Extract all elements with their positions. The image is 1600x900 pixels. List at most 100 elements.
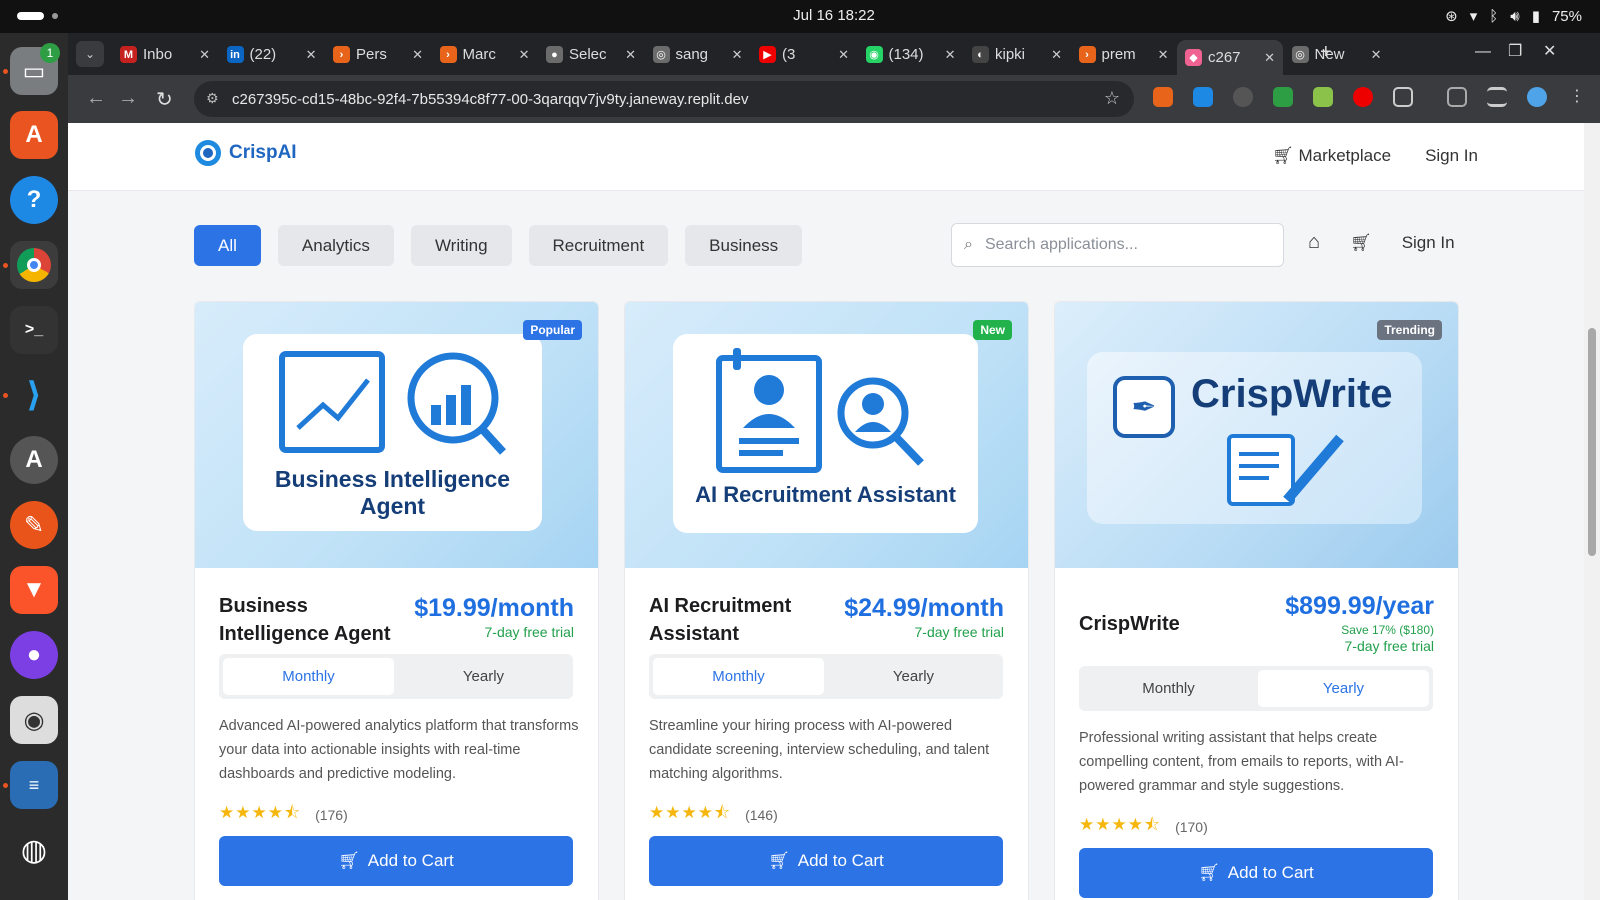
shield-icon[interactable] <box>1273 87 1293 107</box>
brave-icon[interactable]: ▼ <box>10 566 58 614</box>
tab-close-icon[interactable]: ✕ <box>306 47 317 63</box>
close-window-icon[interactable]: ✕ <box>1543 41 1556 61</box>
monthly-option[interactable]: Monthly <box>223 658 394 695</box>
tab-close-icon[interactable]: ✕ <box>1051 47 1062 63</box>
monthly-option[interactable]: Monthly <box>1083 670 1254 707</box>
tab-favicon-icon: › <box>333 46 350 63</box>
product-description: Professional writing assistant that help… <box>1079 730 1404 794</box>
battery-icon: ▮ <box>1531 8 1540 25</box>
vscode-icon[interactable]: ⟩ <box>10 371 58 419</box>
browser-tab[interactable]: ◉ (134) ✕ <box>858 40 964 69</box>
image-viewer-icon[interactable]: ◉ <box>10 696 58 744</box>
extension-icon[interactable] <box>1153 87 1173 107</box>
marketplace-link[interactable]: 🛒︎ Marketplace <box>1272 146 1391 166</box>
software-updater-icon[interactable]: A <box>10 436 58 484</box>
menu-icon[interactable]: ⋮ <box>1567 87 1587 107</box>
tab-close-icon[interactable]: ✕ <box>625 47 636 63</box>
tab-title: (22) <box>249 46 277 63</box>
editor-icon[interactable]: ✎ <box>10 501 58 549</box>
writer-icon[interactable]: ≡ <box>10 761 58 809</box>
search-input[interactable] <box>984 236 1245 254</box>
firefox-icon[interactable]: ● <box>10 631 58 679</box>
tab-close-icon[interactable]: ✕ <box>1264 50 1275 66</box>
analytics-chart-icon <box>279 351 506 455</box>
forward-icon[interactable]: → <box>118 87 138 110</box>
browser-tab[interactable]: › prem ✕ <box>1071 40 1177 69</box>
scrollbar-thumb[interactable] <box>1588 328 1596 556</box>
profile-avatar-icon[interactable] <box>1527 87 1547 107</box>
monthly-option[interactable]: Monthly <box>653 658 824 695</box>
sign-in-link[interactable]: Sign In <box>1425 146 1478 166</box>
browser-tab[interactable]: ▶ (3 ✕ <box>751 40 857 69</box>
add-to-cart-button[interactable]: 🛒︎ Add to Cart <box>1079 848 1433 898</box>
tab-close-icon[interactable]: ✕ <box>945 47 956 63</box>
site-logo[interactable]: CrispAI <box>195 140 297 166</box>
extension-icon[interactable] <box>1313 87 1333 107</box>
terminal-icon[interactable]: >_ <box>10 306 58 354</box>
filter-analytics[interactable]: Analytics <box>277 225 394 266</box>
trial-label: 7-day free trial <box>914 624 1004 640</box>
bookmark-star-icon[interactable]: ☆ <box>1104 88 1120 109</box>
tab-search-icon[interactable]: ⌄ <box>76 41 104 67</box>
reload-icon[interactable]: ↻ <box>156 87 173 112</box>
trial-label: 7-day free trial <box>1344 638 1434 654</box>
browser-tab[interactable]: ◐ kipki ✕ <box>964 40 1070 69</box>
search-box: ⌕ <box>951 223 1284 267</box>
browser-tab[interactable]: M Inbo ✕ <box>112 40 218 69</box>
browser-tab[interactable]: ◎ sang ✕ <box>645 40 751 69</box>
filter-writing[interactable]: Writing <box>410 225 512 266</box>
browser-tab[interactable]: ● Selec ✕ <box>538 40 644 69</box>
sign-in-link-secondary[interactable]: Sign In <box>1402 233 1455 253</box>
banner-panel: ✒ CrispWrite <box>1087 352 1422 524</box>
browser-tab[interactable]: ◆ c267 ✕ <box>1177 40 1283 75</box>
youtube-icon[interactable] <box>1353 87 1373 107</box>
system-tray[interactable]: ⊛ ▾ ᛒ 🔊︎ ▮ 75% <box>1445 7 1582 26</box>
filter-recruitment[interactable]: Recruitment <box>528 225 669 266</box>
help-icon[interactable]: ? <box>10 176 58 224</box>
restore-icon[interactable]: ❐ <box>1508 41 1522 61</box>
filter-all[interactable]: All <box>194 225 261 266</box>
cart-icon[interactable]: 🛒︎ <box>1350 233 1372 253</box>
back-icon[interactable]: ← <box>86 87 106 110</box>
tab-close-icon[interactable]: ✕ <box>199 47 210 63</box>
puzzle-icon[interactable] <box>1393 87 1413 107</box>
tab-close-icon[interactable]: ✕ <box>732 47 743 63</box>
running-indicator <box>3 783 8 788</box>
tab-favicon-icon: › <box>1078 46 1096 63</box>
browser-tab[interactable]: › Marc ✕ <box>432 40 538 69</box>
app-center-icon[interactable]: A <box>10 111 58 159</box>
browser-tab[interactable]: › Pers ✕ <box>325 40 431 69</box>
tab-title: sang <box>675 46 709 63</box>
home-icon[interactable]: ⌂ <box>1308 231 1320 254</box>
yearly-option[interactable]: Yearly <box>828 658 999 695</box>
show-apps-icon[interactable]: ◍ <box>10 826 58 874</box>
extension-icon[interactable] <box>1193 87 1213 107</box>
address-bar[interactable]: ⚙ c267395c-cd15-48bc-92f4-7b55394c8f77-0… <box>194 81 1134 117</box>
tab-close-icon[interactable]: ✕ <box>412 47 423 63</box>
system-clock[interactable]: Jul 16 18:22 <box>0 7 1600 24</box>
tab-close-icon[interactable]: ✕ <box>838 47 849 63</box>
browser-tab[interactable]: in (22) ✕ <box>219 40 325 69</box>
chrome-icon[interactable] <box>10 241 58 289</box>
logo-icon <box>195 140 221 166</box>
add-to-cart-button[interactable]: 🛒︎ Add to Cart <box>649 836 1003 886</box>
extension-icon[interactable] <box>1233 87 1253 107</box>
media-icon[interactable] <box>1487 87 1507 107</box>
tab-favicon-icon: ◆ <box>1185 49 1202 66</box>
tab-close-icon[interactable]: ✕ <box>519 47 530 63</box>
filter-business[interactable]: Business <box>685 225 803 266</box>
new-tab-icon[interactable]: + <box>1320 41 1332 64</box>
tab-close-icon[interactable]: ✕ <box>1371 47 1382 63</box>
site-info-icon[interactable]: ⚙ <box>206 90 219 107</box>
cast-icon[interactable] <box>1447 87 1467 107</box>
yearly-option[interactable]: Yearly <box>398 658 569 695</box>
yearly-option[interactable]: Yearly <box>1258 670 1429 707</box>
billing-toggle: Monthly Yearly <box>649 654 1003 699</box>
browser-tab[interactable]: ◎ New ✕ <box>1284 40 1390 69</box>
minimize-icon[interactable]: — <box>1475 43 1491 61</box>
page-scrollbar[interactable] <box>1584 123 1600 900</box>
banner-panel: Business Intelligence Agent <box>243 334 542 531</box>
add-to-cart-button[interactable]: 🛒︎ Add to Cart <box>219 836 573 886</box>
tab-close-icon[interactable]: ✕ <box>1158 47 1169 63</box>
product-description: Streamline your hiring process with AI-p… <box>649 718 990 782</box>
